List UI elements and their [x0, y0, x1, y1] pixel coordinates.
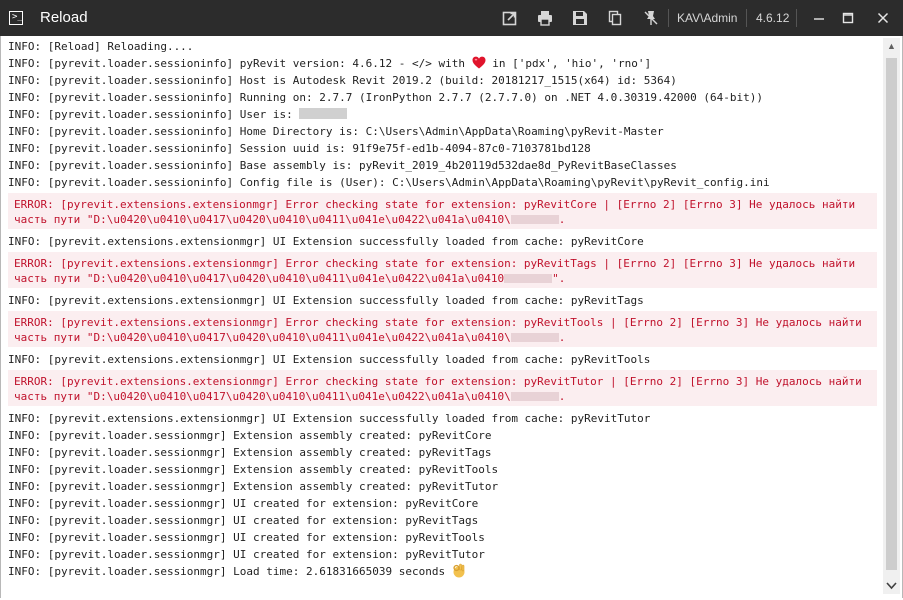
error-text: часть пути "D:\u0420\u0410\u0417\u0420\u… [14, 213, 511, 226]
log-line: INFO: [pyrevit.loader.sessioninfo] Host … [8, 74, 677, 87]
error-text: часть пути "D:\u0420\u0410\u0417\u0420\u… [14, 272, 505, 285]
window-title: Reload [40, 9, 88, 26]
log-line: INFO: [pyrevit.loader.sessionmgr] UI cre… [8, 548, 485, 561]
copy-icon[interactable] [606, 9, 624, 27]
error-text: . [558, 213, 566, 226]
print-icon[interactable] [536, 9, 554, 27]
minimize-button[interactable] [809, 8, 829, 28]
toolbar-separator [746, 9, 747, 27]
title-bar: >_ Reload KAV\Admin 4.6.12 [0, 0, 903, 36]
redacted-path [510, 333, 559, 342]
error-block: ERROR: [pyrevit.extensions.extensionmgr]… [8, 370, 877, 406]
log-text: INFO: [pyrevit.loader.sessionmgr] Load t… [8, 565, 452, 578]
heart-icon [472, 56, 486, 72]
error-block: ERROR: [pyrevit.extensions.extensionmgr]… [8, 252, 877, 288]
log-pre-lines: INFO: [Reload] Reloading.... [8, 38, 880, 55]
log-line: INFO: [Reload] Reloading.... [8, 40, 194, 53]
close-button[interactable] [873, 8, 893, 28]
log-text: INFO: [pyrevit.loader.sessioninfo] pyRev… [8, 57, 472, 70]
error-line: ERROR: [pyrevit.extensions.extensionmgr]… [14, 375, 862, 388]
error-line: ERROR: [pyrevit.extensions.extensionmgr]… [14, 198, 856, 211]
error-block: ERROR: [pyrevit.extensions.extensionmgr]… [8, 193, 877, 229]
error-text: часть пути "D:\u0420\u0410\u0417\u0420\u… [14, 331, 511, 344]
error-line: часть пути "D:\u0420\u0410\u0417\u0420\u… [14, 212, 877, 227]
redacted-path [510, 392, 559, 401]
log-line: INFO: [pyrevit.loader.sessioninfo] Sessi… [8, 142, 591, 155]
log-line: INFO: [pyrevit.extensions.extensionmgr] … [8, 353, 651, 366]
log-line: INFO: [pyrevit.loader.sessioninfo] Base … [8, 159, 677, 172]
toolbar-separator [668, 9, 669, 27]
error-block: ERROR: [pyrevit.extensions.extensionmgr]… [8, 311, 877, 347]
log-line-load-time: INFO: [pyrevit.loader.sessionmgr] Load t… [8, 563, 880, 580]
log-text: in ['pdx', 'hio', 'rno'] [485, 57, 652, 70]
ok-hand-icon [452, 563, 466, 580]
log-line: INFO: [pyrevit.extensions.extensionmgr] … [8, 294, 644, 307]
log-post-lines: INFO: [pyrevit.loader.sessionmgr] Extens… [8, 427, 880, 563]
vertical-scrollbar[interactable]: ▲ [883, 38, 900, 594]
log-line: INFO: [pyrevit.loader.sessionmgr] Extens… [8, 446, 492, 459]
scroll-thumb[interactable] [886, 58, 897, 570]
log-line: INFO: [pyrevit.loader.sessionmgr] Extens… [8, 480, 499, 493]
output-log[interactable]: INFO: [Reload] Reloading.... INFO: [pyre… [8, 38, 880, 580]
log-line: INFO: [pyrevit.loader.sessionmgr] UI cre… [8, 497, 479, 510]
log-text: INFO: [pyrevit.loader.sessioninfo] User … [8, 108, 300, 121]
pin-icon[interactable] [642, 9, 660, 27]
error-line: часть пути "D:\u0420\u0410\u0417\u0420\u… [14, 389, 877, 404]
error-line: часть пути "D:\u0420\u0410\u0417\u0420\u… [14, 271, 877, 286]
log-line: INFO: [pyrevit.loader.sessionmgr] UI cre… [8, 514, 479, 527]
log-line: INFO: [pyrevit.loader.sessioninfo] Home … [8, 125, 664, 138]
error-text: . [558, 331, 566, 344]
toolbar-separator [796, 9, 797, 27]
log-extension-lines: ERROR: [pyrevit.extensions.extensionmgr]… [8, 193, 880, 427]
log-line: INFO: [pyrevit.loader.sessioninfo] Runni… [8, 91, 763, 104]
save-icon[interactable] [571, 9, 589, 27]
error-line: часть пути "D:\u0420\u0410\u0417\u0420\u… [14, 330, 877, 345]
log-session-lines-2: INFO: [pyrevit.loader.sessioninfo] Home … [8, 123, 880, 191]
log-session-lines: INFO: [pyrevit.loader.sessioninfo] Host … [8, 72, 880, 106]
redacted-path [510, 215, 559, 224]
error-line: ERROR: [pyrevit.extensions.extensionmgr]… [14, 257, 856, 270]
open-external-icon[interactable] [501, 9, 519, 27]
scroll-up-icon[interactable]: ▲ [883, 38, 900, 55]
log-line: INFO: [pyrevit.loader.sessionmgr] Extens… [8, 429, 492, 442]
redacted-username [299, 108, 348, 119]
log-line: INFO: [pyrevit.extensions.extensionmgr] … [8, 235, 644, 248]
version-label: 4.6.12 [756, 11, 790, 25]
log-line: INFO: [pyrevit.loader.sessionmgr] Extens… [8, 463, 499, 476]
error-text: . [558, 390, 566, 403]
error-line: ERROR: [pyrevit.extensions.extensionmgr]… [14, 316, 862, 329]
user-label: KAV\Admin [677, 11, 738, 25]
scroll-down-icon[interactable] [883, 577, 900, 594]
console-app-icon: >_ [9, 11, 23, 25]
error-text: ". [552, 272, 566, 285]
log-line-user: INFO: [pyrevit.loader.sessioninfo] User … [8, 106, 880, 123]
log-line: INFO: [pyrevit.extensions.extensionmgr] … [8, 412, 651, 425]
log-line: INFO: [pyrevit.loader.sessionmgr] UI cre… [8, 531, 485, 544]
maximize-button[interactable] [838, 8, 858, 28]
log-line: INFO: [pyrevit.loader.sessioninfo] Confi… [8, 176, 770, 189]
redacted-path [504, 274, 553, 283]
error-text: часть пути "D:\u0420\u0410\u0417\u0420\u… [14, 390, 511, 403]
log-line-version: INFO: [pyrevit.loader.sessioninfo] pyRev… [8, 55, 880, 72]
